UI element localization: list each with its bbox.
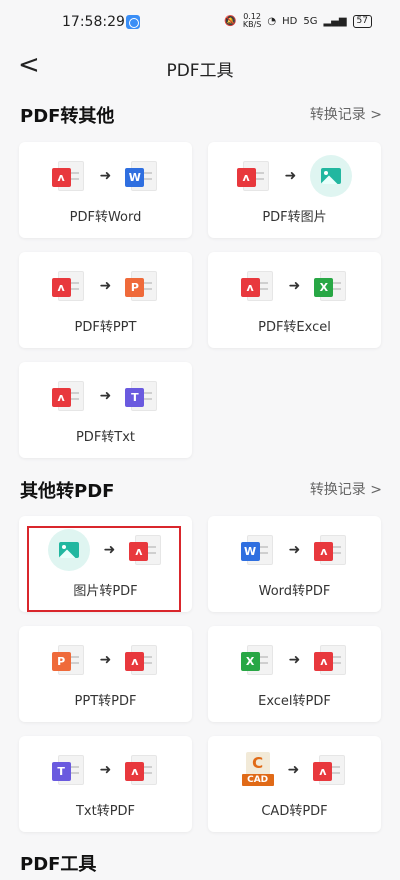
card-pdf-to-excel[interactable]: ᴧ ➜ X PDF转Excel: [208, 252, 381, 348]
pdf-file-icon: ᴧ: [240, 271, 275, 301]
signal-icon: ▂▄▆: [323, 15, 347, 27]
wifi-icon: ◔: [267, 15, 277, 27]
card-label: PDF转图片: [262, 210, 327, 225]
excel-file-icon: X: [240, 645, 275, 675]
status-icons: 🔕 0.12 KB/S ◔ HD 5G ▂▄▆ 57: [224, 13, 372, 29]
card-pdf-to-ppt[interactable]: ᴧ ➜ P PDF转PPT: [19, 252, 192, 348]
card-label: PDF转Excel: [258, 320, 331, 335]
card-word-to-pdf[interactable]: W ➜ ᴧ Word转PDF: [208, 516, 381, 612]
image-icon: [310, 155, 353, 197]
card-excel-to-pdf[interactable]: X ➜ ᴧ Excel转PDF: [208, 626, 381, 722]
pdf-file-icon: ᴧ: [125, 755, 159, 785]
app-header: < PDF工具: [0, 44, 400, 90]
card-label: Excel转PDF: [258, 694, 331, 709]
highlight-box: [27, 526, 181, 612]
word-file-icon: W: [125, 161, 159, 191]
pdf-file-icon: ᴧ: [51, 271, 86, 301]
pdf-file-icon: ᴧ: [51, 161, 86, 191]
ppt-file-icon: P: [125, 271, 159, 301]
arrow-right-icon: ➜: [99, 652, 112, 668]
card-pdf-to-txt[interactable]: ᴧ ➜ T PDF转Txt: [19, 362, 192, 458]
pdf-file-icon: ᴧ: [125, 645, 159, 675]
hd-badge: HD: [282, 15, 298, 27]
card-label: Word转PDF: [258, 584, 331, 599]
excel-file-icon: X: [314, 271, 348, 301]
signal-label: 5G: [303, 15, 318, 27]
card-label: Txt转PDF: [75, 804, 136, 819]
card-txt-to-pdf[interactable]: T ➜ ᴧ Txt转PDF: [19, 736, 192, 832]
pdf-file-icon: ᴧ: [314, 645, 348, 675]
card-label: PDF转PPT: [74, 320, 137, 335]
net-speed: 0.12 KB/S: [242, 12, 262, 29]
word-file-icon: W: [240, 535, 275, 565]
card-label: PDF转Word: [69, 210, 142, 225]
card-pdf-to-image[interactable]: ᴧ ➜ PDF转图片: [208, 142, 381, 238]
ppt-file-icon: P: [51, 645, 86, 675]
pdf-file-icon: ᴧ: [236, 161, 271, 191]
arrow-right-icon: ➜: [284, 168, 297, 184]
card-label: PDF转Txt: [75, 430, 136, 445]
arrow-right-icon: ➜: [99, 278, 112, 294]
arrow-right-icon: ➜: [99, 762, 112, 778]
arrow-right-icon: ➜: [287, 762, 300, 778]
arrow-right-icon: ➜: [288, 542, 301, 558]
card-label: CAD转PDF: [261, 804, 328, 819]
card-pdf-to-word[interactable]: ᴧ ➜ W PDF转Word: [19, 142, 192, 238]
pdf-file-icon: ᴧ: [51, 381, 86, 411]
pdf-file-icon: ᴧ: [313, 755, 347, 785]
card-ppt-to-pdf[interactable]: P ➜ ᴧ PPT转PDF: [19, 626, 192, 722]
arrow-right-icon: ➜: [99, 388, 112, 404]
conversion-history-link-2[interactable]: 转换记录 >: [310, 479, 382, 499]
arrow-right-icon: ➜: [99, 168, 112, 184]
arrow-right-icon: ➜: [288, 278, 301, 294]
battery-icon: 57: [352, 14, 372, 28]
mute-icon: 🔕: [224, 15, 237, 27]
card-label: PPT转PDF: [74, 694, 137, 709]
txt-file-icon: T: [125, 381, 159, 411]
cad-file-icon: C CAD: [241, 752, 274, 788]
notification-app-icon: [126, 15, 140, 29]
card-cad-to-pdf[interactable]: C CAD ➜ ᴧ CAD转PDF: [208, 736, 381, 832]
section-title-pdf-tools: PDF工具: [20, 854, 97, 875]
status-time: 17:58:29: [62, 14, 125, 30]
pdf-file-icon: ᴧ: [314, 535, 348, 565]
arrow-right-icon: ➜: [288, 652, 301, 668]
conversion-history-link-1[interactable]: 转换记录 >: [310, 104, 382, 124]
page-title: PDF工具: [166, 61, 234, 81]
status-bar: 17:58:29 🔕 0.12 KB/S ◔ HD 5G ▂▄▆ 57: [0, 0, 400, 44]
txt-file-icon: T: [51, 755, 86, 785]
section-title-pdf-to-other: PDF转其他: [20, 106, 115, 127]
section-title-other-to-pdf: 其他转PDF: [20, 481, 115, 502]
